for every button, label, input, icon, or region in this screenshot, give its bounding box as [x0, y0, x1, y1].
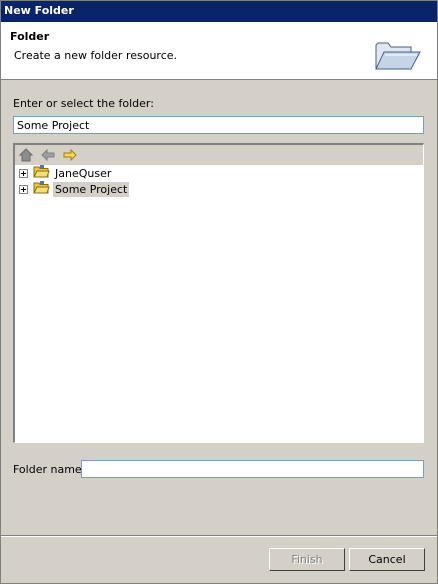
banner-title: Folder [10, 30, 50, 43]
window-title: New Folder [0, 0, 438, 22]
finish-button[interactable]: Finish [269, 548, 345, 571]
folder-open-icon [373, 38, 423, 75]
tree-item-label: Some Project [53, 181, 130, 197]
button-bar-separator [1, 535, 437, 537]
forward-arrow-icon[interactable] [62, 147, 78, 163]
project-folder-icon [33, 165, 50, 181]
tree-item[interactable]: Some Project [19, 181, 130, 197]
folder-name-label: Folder name: [13, 463, 86, 476]
expand-icon[interactable] [19, 184, 28, 194]
parent-folder-label: Enter or select the folder: [13, 97, 154, 110]
banner-description: Create a new folder resource. [14, 49, 178, 62]
folder-tree[interactable]: JaneQuser Some Project [13, 143, 424, 443]
cancel-button[interactable]: Cancel [349, 548, 425, 571]
expand-icon[interactable] [19, 168, 28, 178]
tree-toolbar [15, 145, 423, 165]
home-icon[interactable] [18, 147, 34, 163]
tree-item[interactable]: JaneQuser [19, 165, 113, 181]
wizard-banner: Folder Create a new folder resource. [1, 22, 437, 80]
tree-item-label: JaneQuser [55, 166, 112, 180]
project-folder-icon [33, 181, 50, 197]
parent-folder-input[interactable] [13, 116, 424, 134]
back-arrow-icon[interactable] [40, 147, 56, 163]
folder-name-input[interactable] [81, 460, 424, 478]
